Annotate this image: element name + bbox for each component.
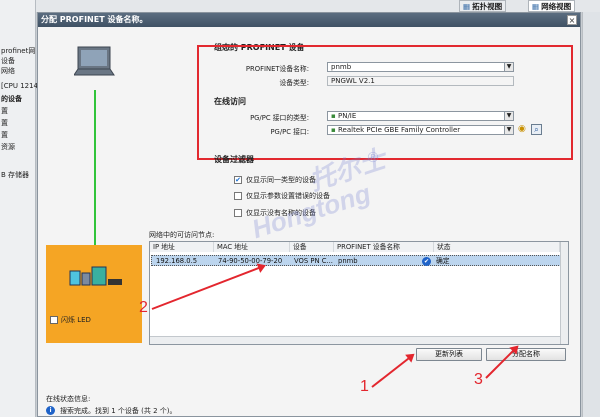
tree-item[interactable]: B 存储器 [1, 170, 29, 180]
flash-led-checkbox[interactable] [50, 316, 58, 324]
annotation-number-3: 3 [474, 371, 483, 388]
tree-item[interactable]: [CPU 1214 [1, 82, 38, 90]
annotation-number-1: 1 [360, 378, 369, 395]
column-header-status[interactable]: 状态 [434, 242, 560, 252]
network-link-line [94, 90, 96, 247]
tree-item[interactable]: profinet网 [1, 46, 35, 56]
tree-item[interactable]: 的设备 [1, 94, 22, 104]
assign-name-button[interactable]: 分配名称 [486, 348, 566, 361]
column-header-mac[interactable]: MAC 地址 [214, 242, 290, 252]
cell-ip: 192.168.0.5 [156, 257, 198, 265]
column-header-name[interactable]: PROFINET 设备名称 [334, 242, 434, 252]
tab-topology-view[interactable]: ▦ 拓扑视图 [459, 0, 507, 12]
device-icon [69, 266, 122, 286]
cell-mac: 74-90-50-00-79-20 [218, 257, 283, 265]
cell-name: pnmb [338, 257, 358, 265]
device-filter-heading: 设备过滤器 [214, 155, 254, 164]
table-vertical-scrollbar[interactable] [560, 242, 568, 344]
online-status-label: 在线状态信息: [46, 395, 91, 403]
highlight-box [197, 45, 573, 160]
accessible-nodes-table: IP 地址 MAC 地址 设备 PROFINET 设备名称 状态 192.168… [149, 241, 569, 345]
flash-led-label: 闪烁 LED [61, 316, 91, 324]
tree-item[interactable]: 置 [1, 106, 8, 116]
network-icon: ▦ [532, 1, 540, 11]
tree-item[interactable]: 网络 [1, 66, 15, 76]
nodes-table-title: 网络中的可访问节点: [149, 231, 215, 239]
cell-device: VOS PN C... [294, 257, 333, 265]
cell-status: 确定 [436, 257, 450, 265]
info-icon: i [46, 406, 55, 415]
tab-label: 拓扑视图 [472, 1, 503, 11]
registered-mark: ® [366, 150, 380, 166]
annotation-number-2: 2 [139, 299, 148, 316]
dialog-title: 分配 PROFINET 设备名称。 [38, 13, 580, 27]
column-header-device[interactable]: 设备 [290, 242, 334, 252]
pc-icon [74, 46, 115, 76]
filter-same-type-checkbox[interactable]: ✔ [234, 176, 242, 184]
online-status-message: 搜索完成。找到 1 个设备 (共 2 个)。 [60, 407, 177, 415]
refresh-list-button[interactable]: 更新列表 [416, 348, 482, 361]
tab-network-view[interactable]: ▦ 网络视图 [528, 0, 576, 12]
status-ok-icon: ✔ [422, 257, 431, 266]
close-button[interactable]: × [567, 15, 577, 25]
filter-same-type-label: 仅显示同一类型的设备 [246, 176, 316, 184]
filter-no-name-checkbox[interactable] [234, 209, 242, 217]
tree-item[interactable]: 设备 [1, 56, 15, 66]
topology-icon: ▦ [463, 1, 471, 11]
tree-item[interactable]: 置 [1, 130, 8, 140]
editor-tab-strip: ▦ 拓扑视图 ▦ 网络视图 [36, 0, 600, 12]
tree-item[interactable]: 资源 [1, 142, 15, 152]
table-row[interactable]: 192.168.0.5 74-90-50-00-79-20 VOS PN C..… [151, 255, 561, 266]
tab-label: 网络视图 [541, 1, 572, 11]
project-tree-strip: profinet网 设备 网络 [CPU 1214 的设备 置 置 置 资源 B… [0, 0, 38, 417]
right-pane-strip [582, 12, 600, 417]
tree-item[interactable]: 置 [1, 118, 8, 128]
table-horizontal-scrollbar[interactable] [150, 336, 560, 344]
filter-param-error-checkbox[interactable] [234, 192, 242, 200]
column-header-ip[interactable]: IP 地址 [150, 242, 214, 252]
